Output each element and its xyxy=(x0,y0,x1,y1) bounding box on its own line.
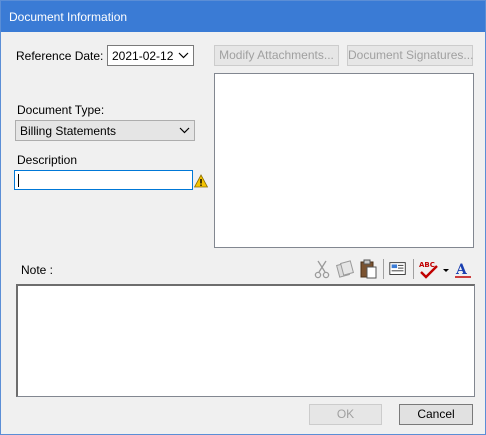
chevron-down-icon xyxy=(179,127,190,134)
toolbar-separator xyxy=(413,259,414,279)
copy-icon[interactable] xyxy=(335,258,355,280)
document-type-value: Billing Statements xyxy=(20,124,117,138)
warning-icon xyxy=(194,174,208,188)
reference-date-label: Reference Date: xyxy=(16,49,104,63)
note-textarea[interactable] xyxy=(16,284,475,397)
text-caret xyxy=(18,174,19,187)
paste-icon[interactable] xyxy=(358,258,378,280)
font-glyph: A xyxy=(455,262,468,278)
reference-date-value: 2021-02-12 xyxy=(112,49,174,63)
title-bar[interactable]: Document Information xyxy=(1,1,485,32)
ok-button[interactable]: OK xyxy=(309,404,382,425)
document-type-select[interactable]: Billing Statements xyxy=(15,120,195,141)
font-icon[interactable]: A xyxy=(453,258,473,280)
toolbar-separator xyxy=(383,259,384,279)
spellcheck-icon[interactable]: ABC xyxy=(418,258,440,280)
window-title: Document Information xyxy=(9,10,128,24)
description-label: Description xyxy=(17,153,78,167)
insert-icon[interactable] xyxy=(388,258,408,280)
cut-icon[interactable] xyxy=(312,258,332,280)
document-information-dialog: Document Information Reference Date: 202… xyxy=(0,0,486,435)
dropdown-arrow-icon[interactable] xyxy=(441,258,451,280)
spellcheck-glyph: ABC xyxy=(419,261,435,269)
modify-attachments-button[interactable]: Modify Attachments... xyxy=(214,45,339,66)
chevron-down-icon xyxy=(178,52,189,59)
description-input[interactable] xyxy=(14,170,193,190)
reference-date-picker[interactable]: 2021-02-12 xyxy=(107,45,194,66)
document-signatures-button[interactable]: Document Signatures... xyxy=(347,45,473,66)
note-label: Note : xyxy=(21,263,54,277)
cancel-button[interactable]: Cancel xyxy=(399,404,473,425)
attachments-list[interactable] xyxy=(214,73,474,248)
document-type-label: Document Type: xyxy=(17,103,105,117)
